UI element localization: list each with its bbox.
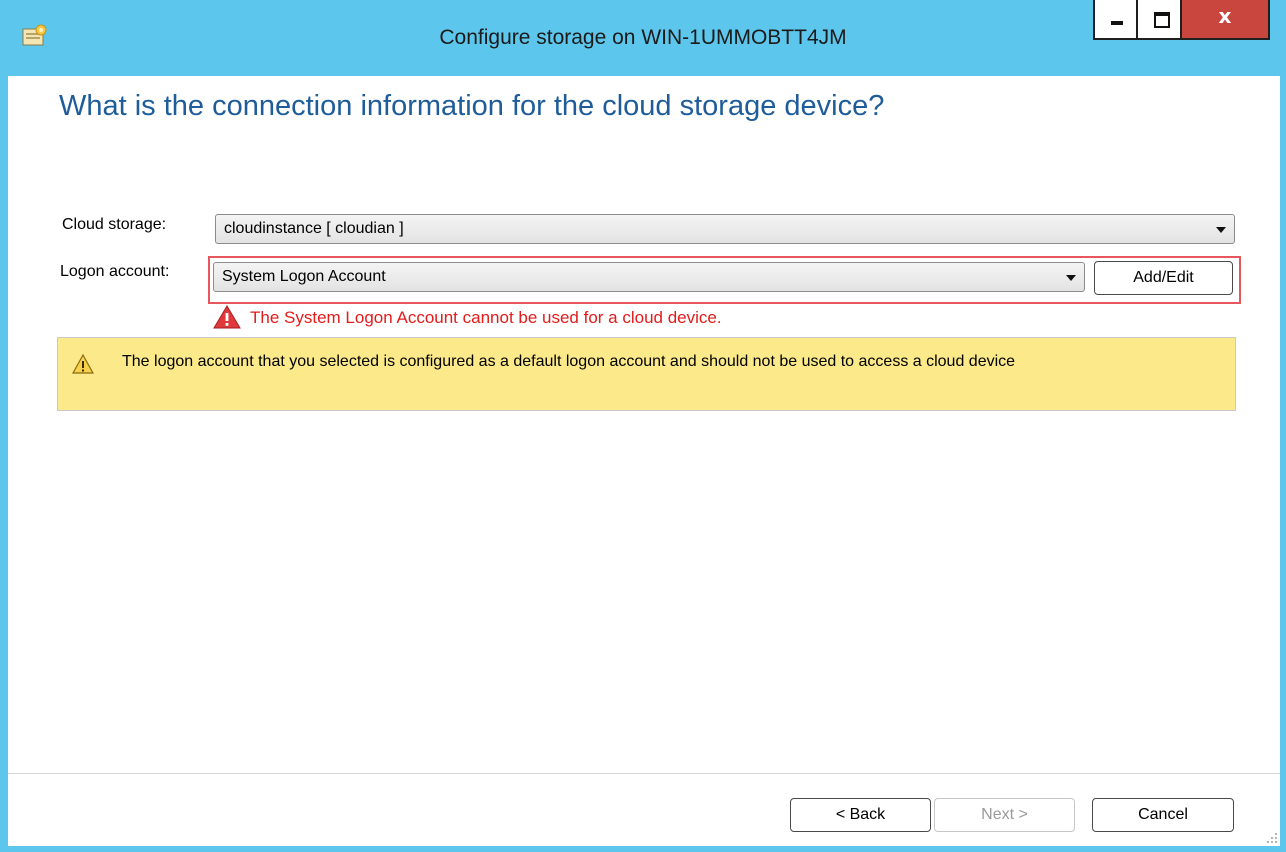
resize-grip-icon[interactable]: [1264, 830, 1278, 844]
title-bar[interactable]: Configure storage on WIN-1UMMOBTT4JM x: [0, 0, 1286, 76]
back-button[interactable]: < Back: [790, 798, 931, 832]
dropdown-arrow-icon: [1066, 275, 1076, 281]
logon-account-label: Logon account:: [60, 263, 170, 280]
warning-icon: [72, 354, 94, 374]
error-message: The System Logon Account cannot be used …: [250, 308, 722, 327]
page-heading: What is the connection information for t…: [59, 90, 885, 122]
logon-account-dropdown[interactable]: System Logon Account: [213, 262, 1085, 292]
warning-banner: The logon account that you selected is c…: [57, 337, 1236, 411]
add-edit-button[interactable]: Add/Edit: [1094, 261, 1233, 295]
dropdown-arrow-icon: [1216, 227, 1226, 233]
cancel-button[interactable]: Cancel: [1092, 798, 1234, 832]
maximize-button[interactable]: [1136, 0, 1182, 40]
dialog-content: What is the connection information for t…: [8, 76, 1280, 846]
close-icon: x: [1218, 4, 1232, 28]
minimize-button[interactable]: [1093, 0, 1138, 40]
cloud-storage-value: cloudinstance [ cloudian ]: [224, 220, 404, 237]
dialog-window: Configure storage on WIN-1UMMOBTT4JM x W…: [0, 0, 1286, 852]
error-icon: [213, 305, 241, 329]
next-button[interactable]: Next >: [934, 798, 1075, 832]
close-button[interactable]: x: [1180, 0, 1270, 40]
logon-account-value: System Logon Account: [222, 268, 386, 285]
cloud-storage-label: Cloud storage:: [62, 216, 167, 233]
warning-message: The logon account that you selected is c…: [122, 353, 1016, 370]
footer-divider: [8, 773, 1280, 774]
cloud-storage-dropdown[interactable]: cloudinstance [ cloudian ]: [215, 214, 1235, 244]
